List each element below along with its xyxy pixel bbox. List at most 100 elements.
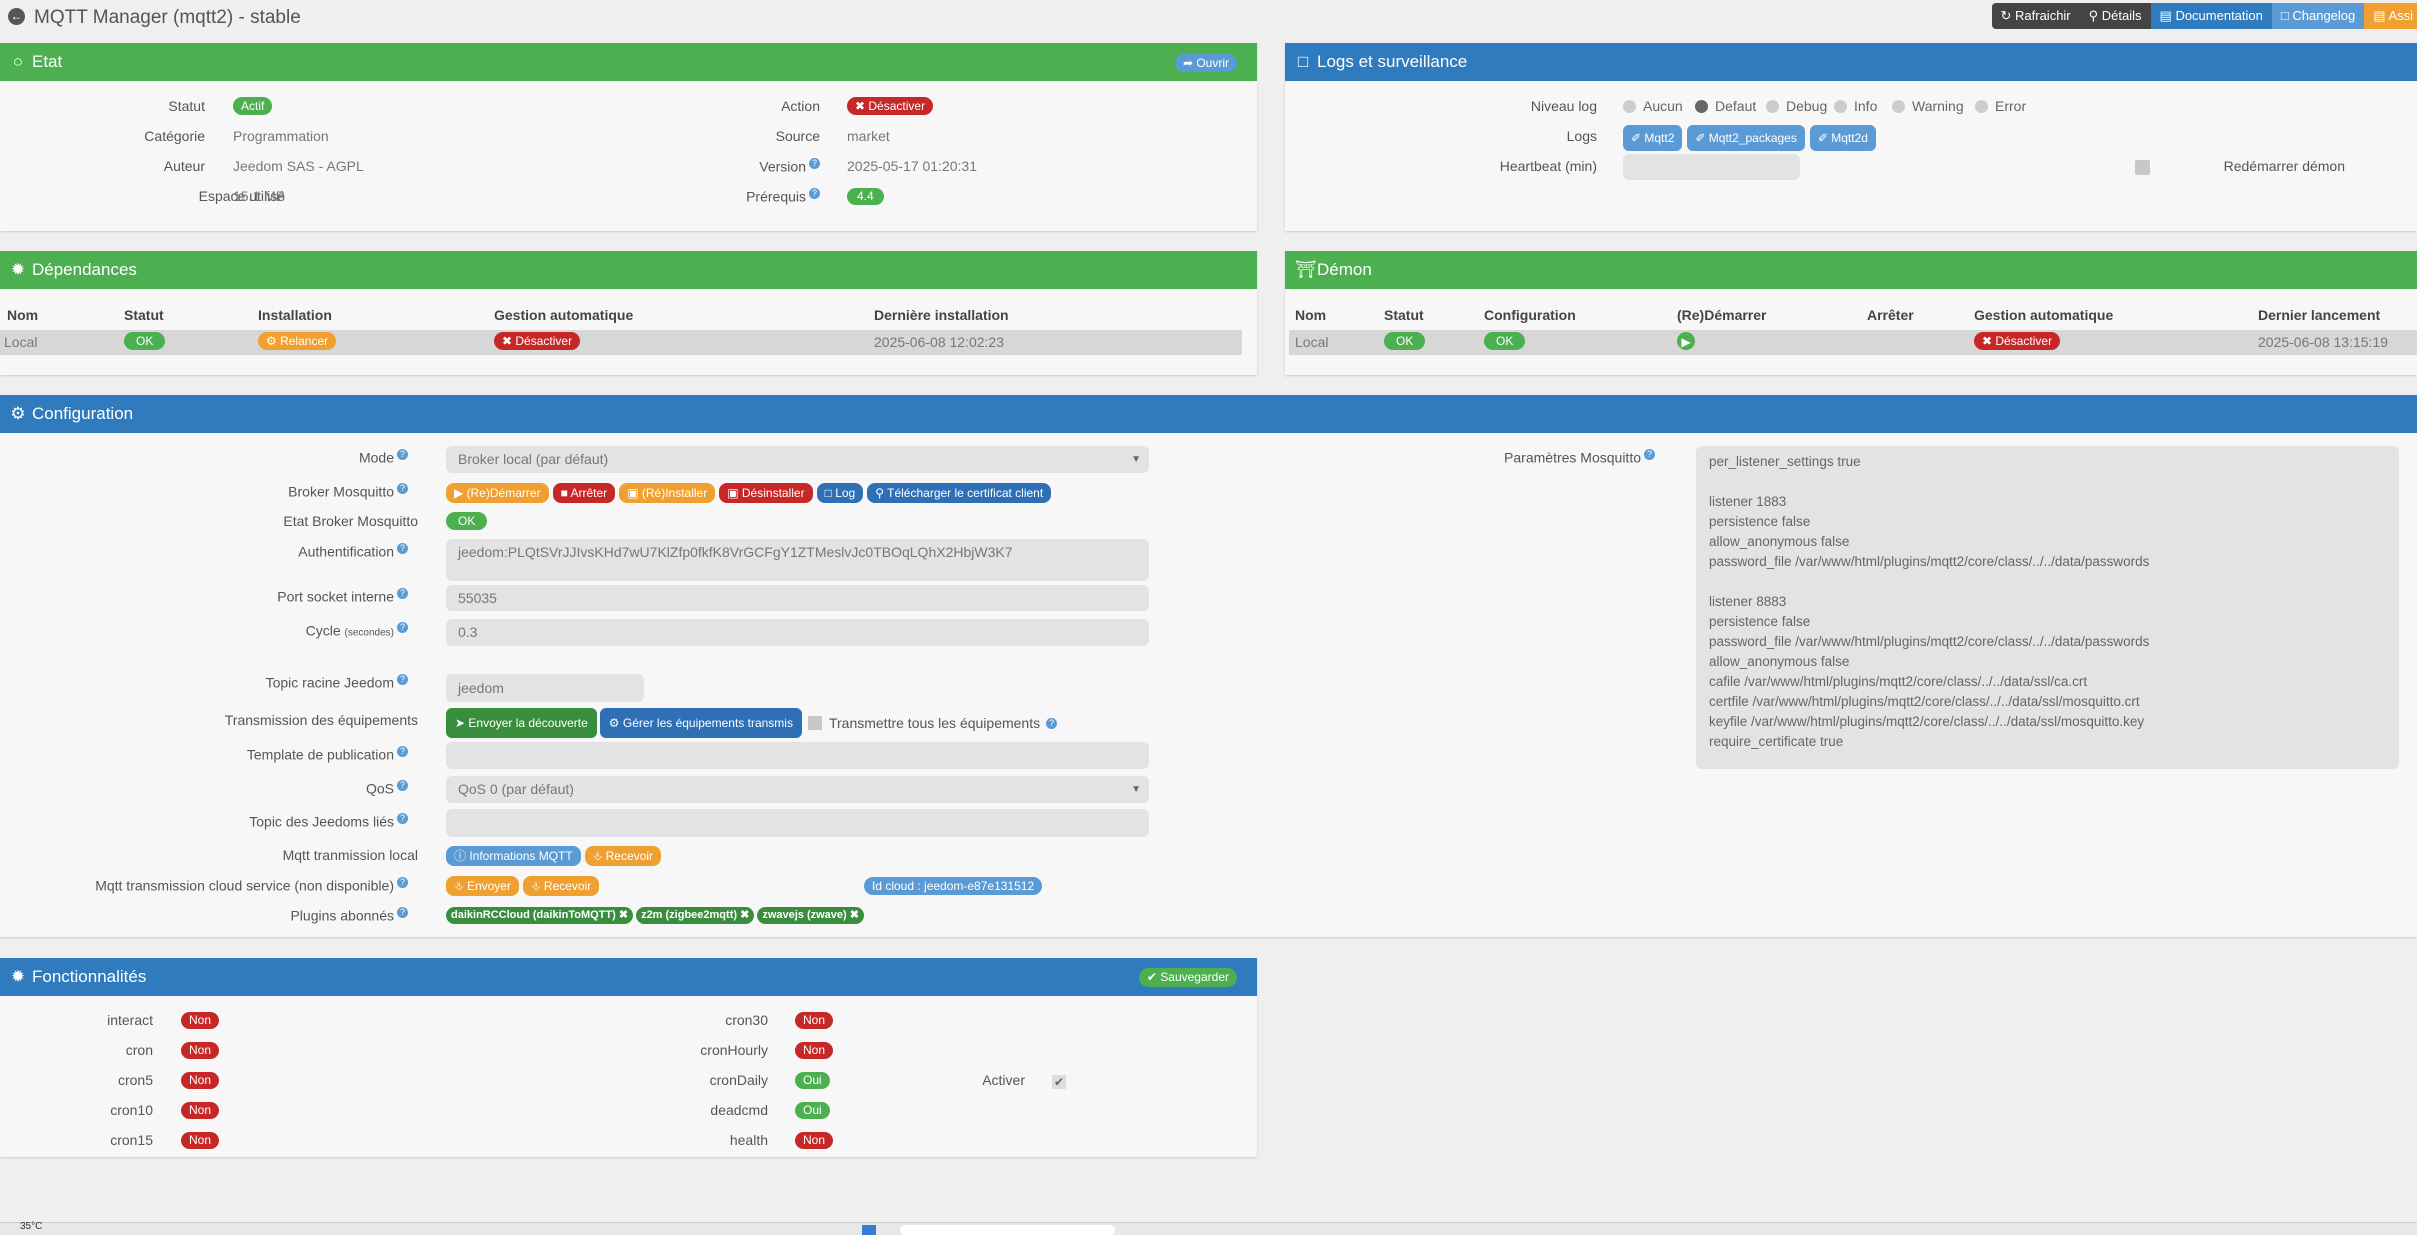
- qos-select[interactable]: QoS 0 (par défaut)▼: [446, 776, 1149, 803]
- dep-derniere: 2025-06-08 12:02:23: [874, 334, 1004, 350]
- save-button[interactable]: ✔ Sauvegarder: [1139, 968, 1237, 987]
- help-icon[interactable]: ?: [397, 746, 408, 757]
- help-icon[interactable]: ?: [397, 449, 408, 460]
- gear-icon: ✹: [10, 958, 26, 996]
- feature-label: deadcmd: [500, 1102, 768, 1118]
- template-label: Template de publication?: [0, 746, 408, 763]
- log-mqtt2-packages-button[interactable]: ✐ Mqtt2_packages: [1687, 125, 1804, 151]
- logs-label: Logs: [1285, 128, 1597, 144]
- radio-warning[interactable]: Warning: [1892, 98, 1964, 114]
- niveau-log-label: Niveau log: [1285, 98, 1597, 114]
- help-icon[interactable]: ?: [1644, 449, 1655, 460]
- cloud-envoyer-button[interactable]: ⎀ Envoyer: [446, 876, 519, 896]
- help-icon[interactable]: ?: [397, 907, 408, 918]
- documentation-button[interactable]: ▤ Documentation: [2151, 3, 2272, 29]
- assistant-button[interactable]: ▤ Assi: [2364, 3, 2417, 29]
- help-icon[interactable]: ?: [397, 780, 408, 791]
- col-gestion: Gestion automatique: [494, 307, 633, 323]
- broker-install-button[interactable]: ▣ (Ré)Installer: [619, 483, 715, 503]
- gerer-equipements-button[interactable]: ⚙ Gérer les équipements transmis: [600, 708, 802, 738]
- gears-icon: ⚙: [10, 395, 26, 433]
- open-button[interactable]: ➦ Ouvrir: [1175, 54, 1237, 72]
- help-icon[interactable]: ?: [397, 588, 408, 599]
- desactiver-button[interactable]: ✖ Désactiver: [847, 97, 933, 115]
- broker-label: Broker Mosquitto?: [0, 483, 408, 500]
- plugins-label: Plugins abonnés?: [0, 907, 408, 924]
- help-icon[interactable]: ?: [1046, 718, 1057, 729]
- plugin-tag[interactable]: zwavejs (zwave) ✖: [757, 907, 864, 924]
- page-title: MQTT Manager (mqtt2) - stable: [34, 7, 301, 29]
- topic-racine-input[interactable]: jeedom: [446, 674, 644, 702]
- close-icon[interactable]: ✖: [740, 909, 749, 921]
- demon-panel: ⛩Démon Nom Statut Configuration (Re)Déma…: [1285, 251, 2417, 375]
- close-icon[interactable]: ✖: [850, 909, 859, 921]
- download-cert-button[interactable]: ⚲ Télécharger le certificat client: [867, 483, 1051, 503]
- help-icon[interactable]: ?: [397, 877, 408, 888]
- feature-badge: Non: [795, 1012, 833, 1029]
- broker-restart-button[interactable]: ▶ (Re)Démarrer: [446, 483, 549, 503]
- transmettre-tous-checkbox[interactable]: [808, 716, 822, 730]
- plugin-tag[interactable]: daikinRCCloud (daikinToMQTT) ✖: [446, 907, 633, 924]
- port-label: Port socket interne?: [0, 588, 408, 605]
- help-icon[interactable]: ?: [397, 674, 408, 685]
- play-icon[interactable]: ▶: [1677, 332, 1695, 350]
- help-icon[interactable]: ?: [397, 813, 408, 824]
- close-icon[interactable]: ✖: [619, 909, 628, 921]
- col-nom: Nom: [7, 307, 38, 323]
- feature-badge: Oui: [795, 1072, 830, 1089]
- log-mqtt2-button[interactable]: ✐ Mqtt2: [1623, 125, 1682, 151]
- cycle-input[interactable]: 0.3: [446, 619, 1149, 646]
- feature-label: interact: [0, 1012, 153, 1028]
- logs-header: □Logs et surveillance: [1285, 43, 2417, 81]
- help-icon[interactable]: ?: [809, 158, 820, 169]
- mode-select[interactable]: Broker local (par défaut)▼: [446, 446, 1149, 473]
- help-icon[interactable]: ?: [397, 543, 408, 554]
- informations-mqtt-button[interactable]: ⓘ Informations MQTT: [446, 846, 581, 866]
- radio-defaut[interactable]: Defaut: [1695, 98, 1756, 114]
- col-configuration: Configuration: [1484, 307, 1576, 323]
- broker-uninstall-button[interactable]: ▣ Désinstaller: [719, 483, 812, 503]
- refresh-button[interactable]: ↻ Rafraichir: [1992, 3, 2080, 29]
- feature-badge: Non: [181, 1012, 219, 1029]
- plugin-tag[interactable]: z2m (zigbee2mqtt) ✖: [636, 907, 754, 924]
- port-input[interactable]: 55035: [446, 585, 1149, 611]
- broker-log-button[interactable]: □ Log: [817, 483, 864, 503]
- radio-debug[interactable]: Debug: [1766, 98, 1827, 114]
- top-toolbar: ↻ Rafraichir ⚲ Détails ▤ Documentation □…: [1992, 3, 2417, 29]
- heartbeat-label: Heartbeat (min): [1285, 158, 1597, 174]
- dependances-panel: ✹Dépendances Nom Statut Installation Ges…: [0, 251, 1257, 375]
- col-arreter: Arrêter: [1867, 307, 1914, 323]
- col-redemarrer: (Re)Démarrer: [1677, 307, 1766, 323]
- statut-badge: Actif: [233, 97, 272, 115]
- local-recevoir-button[interactable]: ⎀ Recevoir: [585, 846, 661, 866]
- template-input[interactable]: [446, 742, 1149, 769]
- demon-dernier: 2025-06-08 13:15:19: [2258, 334, 2388, 350]
- broker-stop-button[interactable]: ■ Arrêter: [553, 483, 616, 503]
- relancer-button[interactable]: ⚙ Relancer: [258, 332, 336, 350]
- col-gestion: Gestion automatique: [1974, 307, 2113, 323]
- configuration-header: ⚙Configuration: [0, 395, 2417, 433]
- details-button[interactable]: ⚲ Détails: [2080, 3, 2151, 29]
- demon-desactiver-button[interactable]: ✖ Désactiver: [1974, 332, 2060, 350]
- activer-checkbox[interactable]: ✔: [1052, 1075, 1066, 1089]
- topic-jeedoms-input[interactable]: [446, 809, 1149, 837]
- mosquitto-textarea[interactable]: per_listener_settings true listener 1883…: [1696, 446, 2399, 769]
- heartbeat-input[interactable]: [1623, 154, 1800, 180]
- envoyer-decouverte-button[interactable]: ➤ Envoyer la découverte: [446, 708, 597, 738]
- back-arrow-icon[interactable]: ←: [8, 8, 25, 25]
- dep-nom: Local: [4, 334, 37, 350]
- changelog-button[interactable]: □ Changelog: [2272, 3, 2364, 29]
- help-icon[interactable]: ?: [397, 483, 408, 494]
- cycle-label: Cycle (secondes)?: [0, 622, 408, 639]
- cloud-recevoir-button[interactable]: ⎀ Recevoir: [523, 876, 599, 896]
- help-icon[interactable]: ?: [809, 188, 820, 199]
- radio-aucun[interactable]: Aucun: [1623, 98, 1683, 114]
- help-icon[interactable]: ?: [397, 622, 408, 633]
- log-mqtt2d-button[interactable]: ✐ Mqtt2d: [1810, 125, 1876, 151]
- auth-input[interactable]: jeedom:PLQtSVrJJIvsKHd7wU7KlZfp0fkfK8VrG…: [446, 539, 1149, 581]
- restart-checkbox[interactable]: [2135, 160, 2150, 175]
- dep-desactiver-button[interactable]: ✖ Désactiver: [494, 332, 580, 350]
- feature-label: cron10: [0, 1102, 153, 1118]
- radio-error[interactable]: Error: [1975, 98, 2026, 114]
- radio-info[interactable]: Info: [1834, 98, 1877, 114]
